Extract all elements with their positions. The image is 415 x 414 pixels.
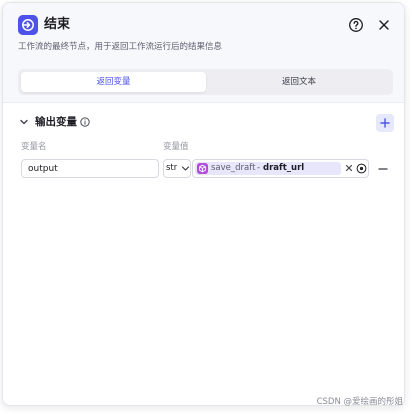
node-description: 工作流的最终节点，用于返回工作流运行后的结果信息 [18, 42, 223, 52]
tab-switch: 返回变量 返回文本 [18, 69, 393, 95]
reference-node-name: save_draft [211, 163, 256, 173]
column-label-name: 变量名 [21, 142, 47, 152]
info-icon[interactable] [80, 117, 90, 127]
question-circle-icon[interactable] [348, 17, 364, 33]
tab-return-text[interactable]: 返回文本 [208, 72, 390, 92]
end-node-icon [18, 15, 38, 35]
variable-type-select[interactable]: str [163, 159, 191, 178]
variable-type-value: str [166, 163, 178, 173]
panel-header: 结束 工作流的最终节点，用于返回工作流运行后的结果信息 返回变量 返回文本 [3, 3, 404, 103]
tab-return-variables[interactable]: 返回变量 [21, 72, 206, 92]
remove-variable-button[interactable] [377, 163, 389, 175]
variable-name-input[interactable] [21, 159, 159, 178]
variable-reference-field[interactable]: save_draft - draft_url [192, 159, 369, 178]
watermark: CSDN @爱绘画的彤姐 [316, 397, 403, 407]
add-variable-button[interactable] [376, 114, 394, 132]
variable-selector-icon[interactable] [356, 163, 367, 174]
reference-separator: - [257, 163, 261, 173]
output-section-title: 输出变量 [35, 116, 77, 128]
end-node-panel-container: 结束 工作流的最终节点，用于返回工作流运行后的结果信息 返回变量 返回文本 输出… [0, 0, 415, 414]
chevron-down-icon [181, 166, 190, 171]
chevron-down-icon[interactable] [19, 117, 29, 127]
clear-icon[interactable] [345, 164, 353, 172]
node-title: 结束 [44, 17, 71, 32]
reference-variable-name: draft_url [263, 163, 305, 173]
reference-chip[interactable]: save_draft - draft_url [195, 162, 341, 175]
end-node-panel: 结束 工作流的最终节点，用于返回工作流运行后的结果信息 返回变量 返回文本 输出… [2, 2, 405, 406]
close-icon[interactable] [376, 17, 392, 33]
plugin-node-icon [197, 163, 208, 174]
column-label-value: 变量值 [163, 142, 189, 152]
